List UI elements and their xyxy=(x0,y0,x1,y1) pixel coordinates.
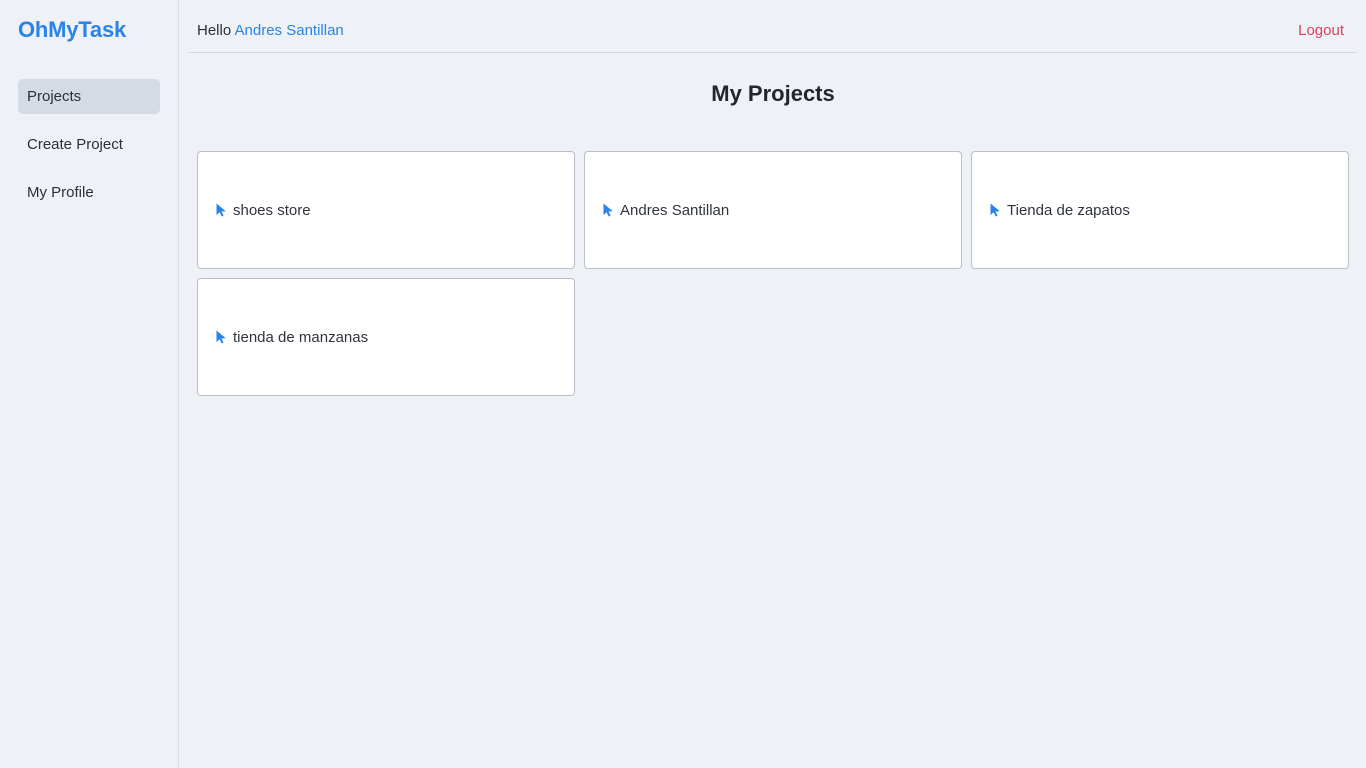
project-name: shoes store xyxy=(233,201,311,219)
page-title: My Projects xyxy=(711,81,835,106)
cursor-pointer-icon xyxy=(216,203,226,217)
logout-link[interactable]: Logout xyxy=(1298,22,1344,39)
project-name: Andres Santillan xyxy=(620,201,730,219)
project-card[interactable]: Andres Santillan xyxy=(584,151,962,269)
sidebar: OhMyTask Projects Create Project My Prof… xyxy=(0,0,179,768)
user-name: Andres Santillan xyxy=(234,22,344,39)
cursor-pointer-icon xyxy=(990,203,1000,217)
sidebar-item-projects[interactable]: Projects xyxy=(18,79,160,114)
project-name: tienda de manzanas xyxy=(233,328,369,346)
cursor-pointer-icon xyxy=(603,203,613,217)
app-logo[interactable]: OhMyTask xyxy=(18,17,126,43)
top-bar: Hello Andres Santillan Logout xyxy=(189,0,1357,53)
cursor-pointer-icon xyxy=(216,330,226,344)
project-card[interactable]: tienda de manzanas xyxy=(197,278,575,396)
project-name: Tienda de zapatos xyxy=(1007,201,1130,219)
greeting-text: Hello xyxy=(197,22,232,39)
project-card[interactable]: Tienda de zapatos xyxy=(971,151,1349,269)
sidebar-item-create-project[interactable]: Create Project xyxy=(18,127,160,162)
project-grid: shoes store Andres Santillan Tienda de z… xyxy=(197,151,1349,396)
sidebar-item-my-profile[interactable]: My Profile xyxy=(18,175,160,210)
sidebar-nav: Projects Create Project My Profile xyxy=(18,79,160,223)
project-card[interactable]: shoes store xyxy=(197,151,575,269)
greeting: Hello Andres Santillan xyxy=(197,22,344,39)
